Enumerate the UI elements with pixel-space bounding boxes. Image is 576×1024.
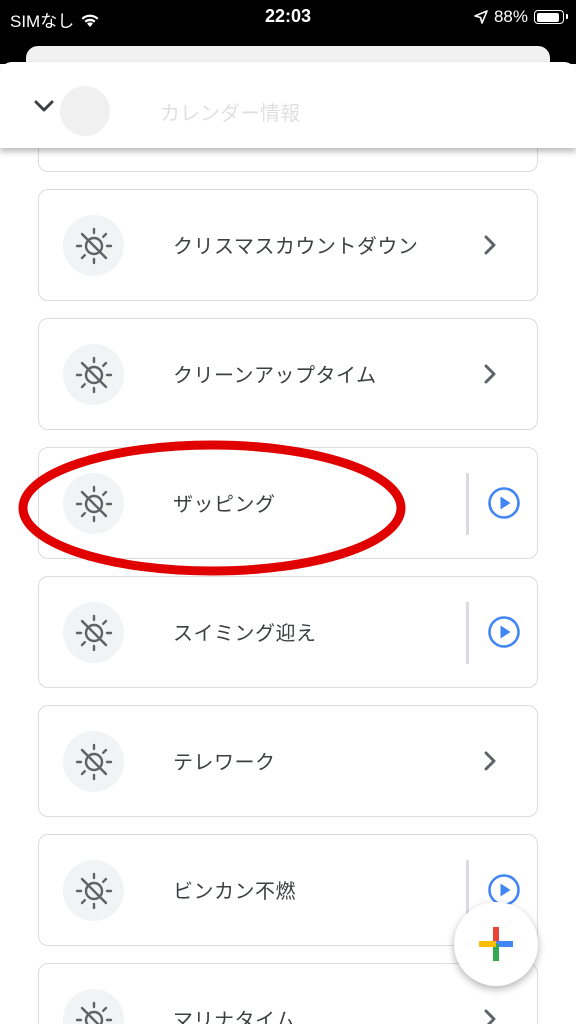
routine-icon-badge bbox=[63, 344, 124, 405]
routine-title: クリスマスカウントダウン bbox=[173, 234, 419, 258]
location-arrow-icon bbox=[474, 10, 488, 24]
routine-icon-badge bbox=[63, 602, 124, 663]
add-routine-button[interactable] bbox=[454, 902, 538, 986]
routine-icon-badge bbox=[63, 860, 124, 921]
chevron-right-icon[interactable] bbox=[477, 748, 503, 774]
sun-slash-icon bbox=[75, 872, 112, 909]
routine-card[interactable]: マリナタイム bbox=[38, 963, 538, 1024]
sun-slash-icon bbox=[75, 227, 112, 264]
play-icon[interactable] bbox=[487, 486, 521, 520]
routine-card[interactable]: スイミング迎え bbox=[38, 576, 538, 688]
sun-slash-icon bbox=[75, 614, 112, 651]
sheet-header: カレンダー情報 bbox=[0, 62, 576, 148]
status-bar: SIMなし 22:03 88% bbox=[0, 0, 576, 34]
scrolled-routine-ghost: カレンダー情報 bbox=[60, 86, 520, 136]
chevron-right-icon[interactable] bbox=[477, 361, 503, 387]
action-divider bbox=[466, 473, 469, 535]
routine-title: クリーンアップタイム bbox=[173, 363, 377, 387]
sun-slash-icon bbox=[75, 485, 112, 522]
routine-title: テレワーク bbox=[173, 750, 276, 774]
routine-title: スイミング迎え bbox=[173, 621, 317, 645]
battery-percent: 88% bbox=[493, 7, 528, 26]
sun-slash-icon bbox=[75, 356, 112, 393]
routine-card[interactable]: テレワーク bbox=[38, 705, 538, 817]
sun-slash-icon bbox=[75, 743, 112, 780]
battery-icon bbox=[534, 10, 568, 24]
action-divider bbox=[466, 602, 469, 664]
chevron-right-icon[interactable] bbox=[477, 1006, 503, 1024]
routine-title: ビンカン不燃 bbox=[173, 879, 296, 903]
routine-title: ザッピング bbox=[173, 492, 276, 516]
routine-card[interactable]: クリスマスカウントダウン bbox=[38, 189, 538, 301]
chevron-right-icon[interactable] bbox=[477, 232, 503, 258]
chevron-down-icon bbox=[34, 100, 54, 112]
ghost-title: カレンダー情報 bbox=[160, 100, 300, 125]
sun-slash-icon bbox=[75, 1001, 112, 1024]
routine-icon-badge bbox=[63, 989, 124, 1024]
sun-slash-icon bbox=[60, 86, 110, 136]
google-plus-icon bbox=[479, 927, 513, 961]
routine-card[interactable]: ザッピング bbox=[38, 447, 538, 559]
collapse-button[interactable] bbox=[24, 90, 64, 122]
play-icon[interactable] bbox=[487, 615, 521, 649]
routine-icon-badge bbox=[63, 731, 124, 792]
routine-icon-badge bbox=[63, 473, 124, 534]
routine-icon-badge bbox=[63, 215, 124, 276]
routine-title: マリナタイム bbox=[173, 1008, 296, 1024]
routine-card[interactable]: クリーンアップタイム bbox=[38, 318, 538, 430]
